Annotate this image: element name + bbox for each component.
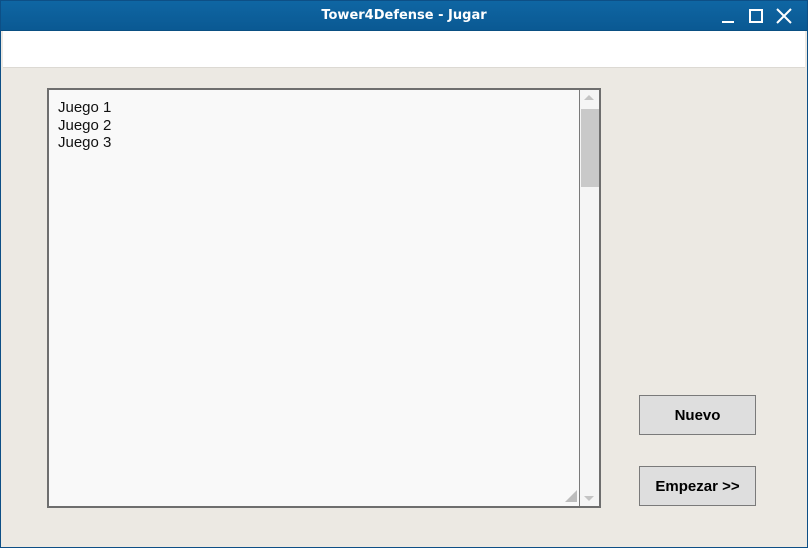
new-game-button[interactable]: Nuevo bbox=[639, 395, 756, 435]
list-item[interactable]: Juego 1 bbox=[58, 99, 111, 117]
list-item[interactable]: Juego 2 bbox=[58, 117, 111, 135]
scrollbar-thumb[interactable] bbox=[581, 109, 599, 187]
scroll-down-arrow-icon[interactable] bbox=[584, 496, 594, 501]
close-icon[interactable] bbox=[775, 7, 793, 25]
title-bar[interactable]: Tower4Defense - Jugar bbox=[1, 1, 807, 31]
menu-bar bbox=[3, 31, 805, 68]
vertical-scrollbar[interactable] bbox=[579, 90, 599, 506]
list-item[interactable]: Juego 3 bbox=[58, 134, 111, 152]
window-title: Tower4Defense - Jugar bbox=[321, 8, 487, 23]
maximize-icon[interactable] bbox=[747, 7, 765, 25]
games-list: Juego 1 Juego 2 Juego 3 bbox=[58, 99, 111, 152]
minimize-icon[interactable] bbox=[719, 7, 737, 25]
main-window: Tower4Defense - Jugar Juego 1 Juego 2 Ju… bbox=[0, 0, 808, 548]
resize-grip-icon[interactable] bbox=[565, 490, 577, 502]
scroll-up-arrow-icon[interactable] bbox=[584, 95, 594, 100]
games-listbox[interactable]: Juego 1 Juego 2 Juego 3 bbox=[47, 88, 601, 508]
start-game-button[interactable]: Empezar >> bbox=[639, 466, 756, 506]
